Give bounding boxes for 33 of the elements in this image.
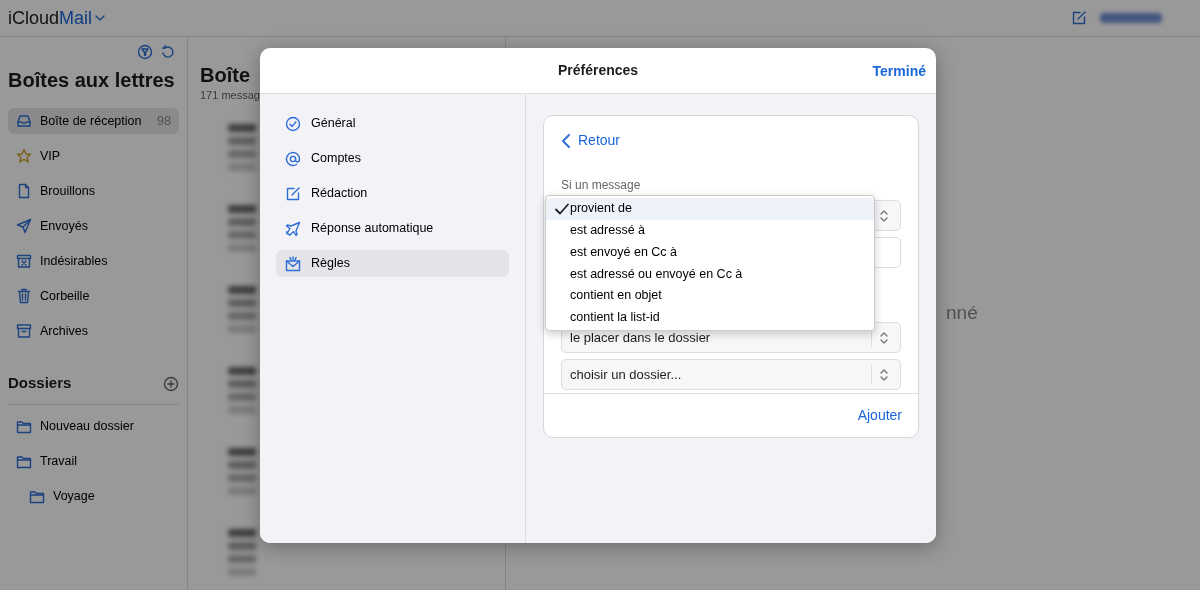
field-label: Si un message [561,177,642,194]
mailbox-item[interactable]: Boîte de réception 98 [8,108,179,135]
preferences-tab[interactable]: Comptes [276,145,509,172]
mailbox-item[interactable]: Corbeille [8,283,179,310]
mailbox-title: Boîte [200,63,251,87]
mailbox-item[interactable]: Brouillons [8,178,179,205]
empty-state-text: nné [946,301,978,326]
menu-option[interactable]: provient de [546,198,874,220]
mailbox-item[interactable]: Archives [8,318,179,345]
mailbox-item[interactable]: VIP [8,143,179,170]
menu-option[interactable]: contient en objet [546,284,874,307]
mailbox-item[interactable]: Envoyés [8,213,179,240]
unread-count: 98 [157,112,171,130]
folder-item[interactable]: Voyage [8,483,179,510]
message-count: 171 messag [200,88,261,103]
dialog-title: Préférences [557,61,639,80]
sidebar-title: Boîtes aux lettres [8,68,176,93]
menu-option[interactable]: est envoyé en Cc à [546,241,874,264]
mailbox-item[interactable]: Indésirables [8,248,179,275]
select-field[interactable]: choisir un dossier... [561,359,901,390]
section-title: Dossiers [8,373,72,394]
preferences-tab[interactable]: Règles [276,250,509,277]
app-title[interactable]: iCloudMail [8,4,109,32]
back-button[interactable]: Retour [558,130,621,151]
preferences-tab[interactable]: Rédaction [276,180,509,207]
done-button[interactable]: Terminé [872,61,926,82]
add-button[interactable]: Ajouter [851,404,908,427]
menu-option[interactable]: est adressé à [546,219,874,242]
folder-item[interactable]: Nouveau dossier [8,413,179,440]
preferences-tab[interactable]: Général [276,110,509,137]
folder-item[interactable]: Travail [8,448,179,475]
menu-option[interactable]: est adressé ou envoyé en Cc à [546,263,874,285]
preferences-tab[interactable]: Réponse automatique [276,215,509,242]
